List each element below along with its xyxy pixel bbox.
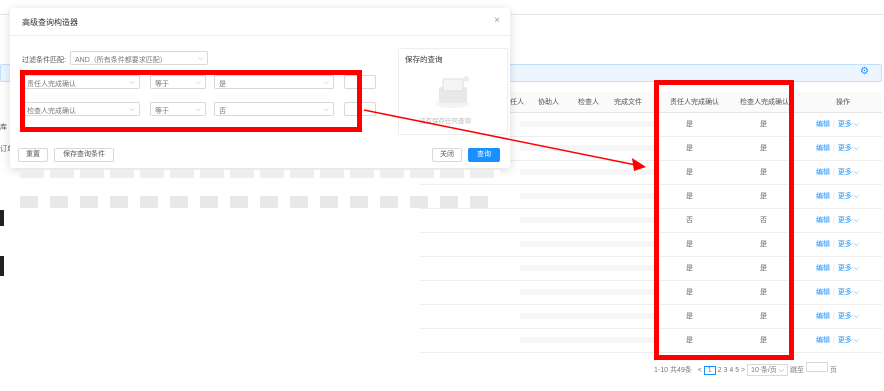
next-page-button[interactable]: >: [741, 367, 745, 374]
page-unit-label: 页: [829, 367, 837, 374]
page-1[interactable]: 1: [703, 366, 716, 375]
page-size-value: 10 条/页: [751, 367, 777, 374]
page-5[interactable]: 5: [735, 367, 739, 374]
page-size-select[interactable]: 10 条/页 ⌵: [747, 364, 789, 376]
page-4[interactable]: 4: [729, 367, 733, 374]
prev-page-button[interactable]: <: [698, 367, 702, 374]
goto-input[interactable]: [805, 362, 828, 372]
pagination: 1-10 共49条 < 1 2 3 4 5 > 10 条/页 ⌵ 跳至 页: [654, 362, 837, 376]
goto-label: 跳至: [790, 367, 804, 374]
annotation-arrow: [363, 109, 646, 171]
page-2[interactable]: 2: [718, 367, 722, 374]
page-3[interactable]: 3: [723, 367, 727, 374]
pager-summary: 1-10 共49条: [654, 367, 692, 374]
